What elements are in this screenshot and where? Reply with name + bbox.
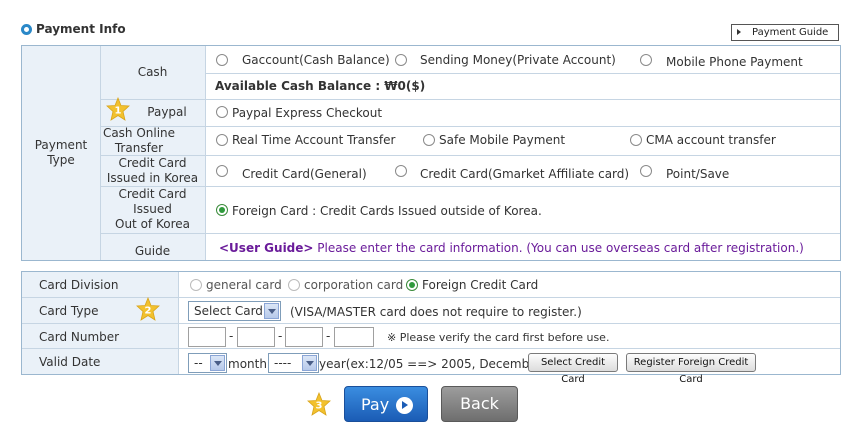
card-type-note: (VISA/MASTER card does not require to re… [290,305,582,319]
credit-gmarket-radio[interactable] [395,165,407,177]
card-number-input-3[interactable] [285,327,323,347]
card-number-input-1[interactable] [188,327,226,347]
foreign-card-radio[interactable] [216,204,228,216]
card-number-dash: - [229,329,234,343]
gaccount-radio[interactable] [216,54,228,66]
sending-money-label: Sending Money(Private Account) [420,53,616,67]
section-title: Payment Info [36,22,126,36]
chevron-down-icon [302,355,317,371]
payment-guide-label: Payment Guide [752,27,829,38]
arrow-circle-right-icon [396,397,413,414]
step-3-number: 3 [316,401,323,412]
row-label-guide: Guide [134,244,171,258]
select-credit-card-button[interactable]: Select Credit Card [528,353,618,385]
section-bullet-icon [21,24,32,35]
general-card-label: general card [206,278,282,292]
row-label-credit-out: Credit Card Issued Out of Korea [115,187,190,231]
paypal-express-label: Paypal Express Checkout [232,106,383,120]
credit-general-label: Credit Card(General) [242,167,367,181]
card-type-select[interactable]: Select Card [188,301,281,321]
realtime-transfer-label: Real Time Account Transfer [232,133,396,147]
year-label: year(ex:12/05 ==> 2005, December) [319,357,547,371]
point-save-radio[interactable] [640,165,652,177]
foreign-card-label: Foreign Card : Credit Cards Issued outsi… [232,204,542,218]
row-label-paypal: Paypal [147,105,187,119]
card-number-input-4[interactable] [334,327,374,347]
mobile-phone-label: Mobile Phone Payment [666,55,803,69]
card-type-select-value: Select Card [194,304,263,318]
credit-gmarket-label: Credit Card(Gmarket Affiliate card) [420,167,630,181]
card-number-input-2[interactable] [237,327,275,347]
year-select[interactable]: ---- [268,353,319,373]
corporation-card-radio[interactable] [288,279,300,291]
valid-date-label: Valid Date [39,355,101,369]
user-guide-label: <User Guide> [219,241,314,255]
gaccount-label: Gaccount(Cash Balance) [242,53,390,67]
row-label-cash: Cash [137,65,168,79]
month-label: month [228,357,267,371]
chevron-down-icon [264,303,279,319]
paypal-express-radio[interactable] [216,106,228,118]
cma-transfer-radio[interactable] [630,134,642,146]
available-cash-balance: Available Cash Balance : ₩0($) [215,79,426,93]
arrow-right-icon [737,29,741,35]
payment-type-table: Payment Type Cash Paypal Cash Online Tra… [21,45,841,261]
general-card-radio[interactable] [190,279,202,291]
realtime-transfer-radio[interactable] [216,134,228,146]
corporation-card-label: corporation card [304,278,404,292]
foreign-credit-card-radio[interactable] [406,279,418,291]
card-number-dash: - [278,329,283,343]
step-3-star-icon: 3 [307,392,331,416]
payment-type-label: Payment Type [34,138,88,167]
step-2-star-icon: 2 [136,297,160,321]
register-foreign-card-button[interactable]: Register Foreign Credit Card [626,353,756,385]
card-info-table: Card Division Card Type Card Number Vali… [21,271,841,385]
step-1-star-icon: 1 [106,97,130,121]
payment-guide-button[interactable]: Payment Guide [731,24,839,41]
back-button[interactable]: Back [441,386,518,422]
card-type-label: Card Type [39,304,99,318]
chevron-down-icon [210,355,225,371]
card-number-dash: - [326,329,331,343]
user-guide-text: <User Guide> Please enter the card infor… [219,241,804,255]
credit-general-radio[interactable] [216,165,228,177]
point-save-label: Point/Save [666,167,730,181]
mobile-phone-radio[interactable] [640,54,652,66]
card-number-label: Card Number [39,330,120,344]
cma-transfer-label: CMA account transfer [646,133,776,147]
safe-mobile-radio[interactable] [423,134,435,146]
user-guide-message: Please enter the card information. (You … [313,241,804,255]
step-1-number: 1 [115,106,122,117]
pay-button[interactable]: Pay [344,386,428,422]
card-number-note: ※ Please verify the card first before us… [387,331,610,344]
month-select-value: -- [194,356,203,370]
year-select-value: ---- [274,356,292,370]
safe-mobile-label: Safe Mobile Payment [439,133,566,147]
row-label-credit-korea: Credit Card Issued in Korea [106,156,199,185]
month-select[interactable]: -- [188,353,227,373]
row-label-cash-online: Cash Online Transfer [102,126,176,155]
foreign-credit-card-label: Foreign Credit Card [422,278,539,292]
step-2-number: 2 [145,306,152,317]
pay-button-label: Pay [361,395,390,414]
card-division-label: Card Division [39,278,119,292]
sending-money-radio[interactable] [395,54,407,66]
